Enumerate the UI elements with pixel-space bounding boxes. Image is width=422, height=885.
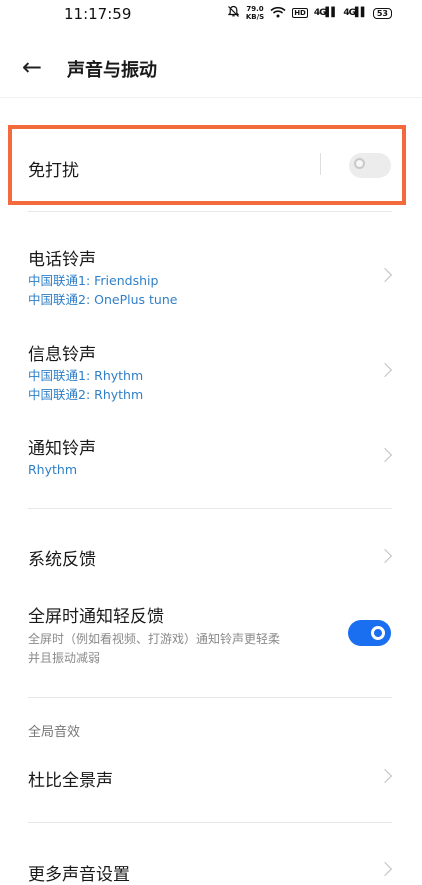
hd-badge: HD [292, 8, 308, 18]
back-arrow-icon[interactable]: ← [22, 53, 42, 81]
header-divider [0, 97, 422, 98]
system-feedback-label: 系统反馈 [28, 550, 96, 570]
divider [28, 211, 392, 212]
fullscreen-feedback-toggle-knob [371, 626, 385, 640]
fullscreen-feedback-desc-2: 并且振动减弱 [28, 651, 101, 665]
more-sound-settings-label: 更多声音设置 [28, 865, 130, 885]
wifi-icon [270, 6, 286, 21]
divider [28, 508, 392, 509]
fullscreen-feedback-desc-1: 全屏时（例如看视频、打游戏）通知铃声更轻柔 [28, 632, 281, 646]
network-speed-unit: KB/S [245, 13, 265, 21]
notification-tone-label: 通知铃声 [28, 439, 96, 459]
signal-2-icon: 4G▌▌ [343, 8, 367, 18]
dolby-atmos-label: 杜比全景声 [28, 771, 113, 791]
status-icons: 79.0 KB/S HD 4G▌▌ 4G▌▌ 53 [227, 5, 392, 21]
network-speed-value: 79.0 [246, 5, 264, 13]
fullscreen-feedback-label: 全屏时通知轻反馈 [28, 607, 164, 627]
message-tone-label: 信息铃声 [28, 345, 96, 365]
divider [28, 822, 392, 823]
status-bar: 11:17:59 79.0 KB/S HD 4G▌▌ 4G▌▌ 53 [0, 0, 422, 30]
ringtone-label: 电话铃声 [28, 250, 96, 270]
highlight-box [8, 125, 406, 205]
message-tone-sim1: 中国联通1: Rhythm [28, 368, 144, 383]
page-title: 声音与振动 [67, 60, 157, 81]
notification-tone-value: Rhythm [28, 462, 78, 477]
header: ← 声音与振动 [0, 44, 422, 92]
status-time: 11:17:59 [64, 5, 132, 23]
fullscreen-feedback-toggle[interactable] [348, 620, 391, 646]
signal-1-icon: 4G▌▌ [313, 8, 338, 18]
network-speed: 79.0 KB/S [246, 5, 264, 21]
divider [28, 697, 392, 698]
battery-icon: 53 [372, 7, 392, 19]
ringtone-sim1: 中国联通1: Friendship [28, 273, 159, 288]
mute-bell-icon [227, 5, 240, 21]
signal-1-label: 4G [313, 8, 327, 18]
signal-2-label: 4G [343, 8, 356, 18]
message-tone-sim2: 中国联通2: Rhythm [28, 387, 144, 402]
section-title-global-audio: 全局音效 [28, 725, 81, 740]
ringtone-sim2: 中国联通2: OnePlus tune [28, 292, 178, 307]
